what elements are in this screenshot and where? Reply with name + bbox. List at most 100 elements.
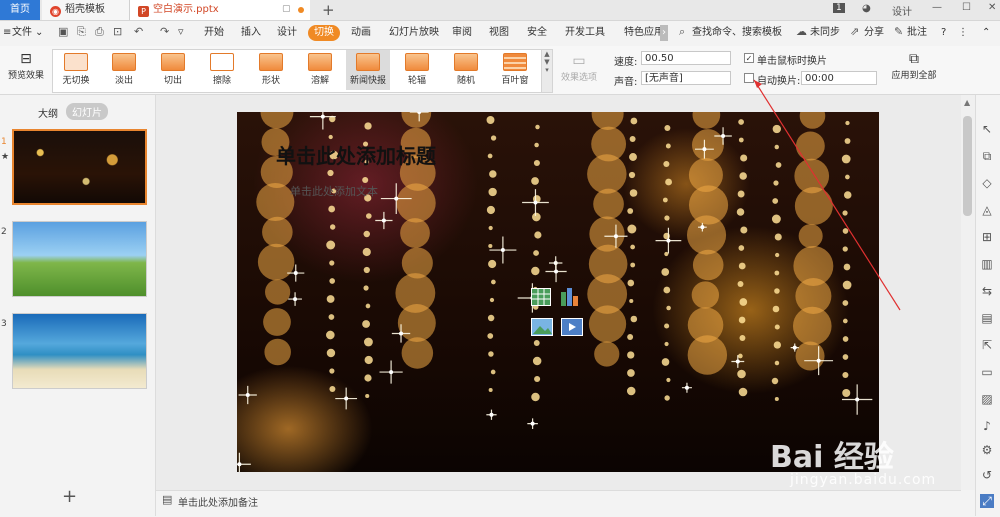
gallery-scroll[interactable]: ▲ ▼ ▾ — [541, 49, 553, 93]
print-preview-icon[interactable]: ⊡ — [113, 25, 122, 38]
pointer-icon[interactable]: ↖ — [980, 122, 994, 136]
effect-newsflash[interactable]: 新闻快报 — [346, 50, 390, 90]
page-badge: 1 — [833, 3, 845, 13]
design-button[interactable]: 设计 — [892, 3, 912, 18]
effect-cut[interactable]: 切出 — [151, 50, 195, 90]
menu-transition[interactable]: 切换 — [308, 25, 340, 41]
share-button[interactable]: 分享 — [864, 25, 884, 41]
shape-icon[interactable]: ◇ — [980, 176, 994, 190]
command-search[interactable]: 查找命令、搜索模板 — [692, 25, 782, 41]
fill-icon[interactable]: ◬ — [980, 203, 994, 217]
effect-random[interactable]: 随机 — [444, 50, 488, 90]
slide-thumbnail-3[interactable] — [12, 313, 147, 389]
effect-label: 新闻快报 — [349, 76, 386, 86]
save-icon[interactable]: ▣ — [58, 25, 68, 38]
skin-icon[interactable]: ◕ — [862, 3, 871, 14]
effect-blinds[interactable]: 百叶窗 — [493, 50, 537, 90]
copy-style-icon[interactable]: ⧉ — [980, 149, 994, 163]
annotate-icon: ✎ — [894, 25, 904, 38]
help-button[interactable]: ? — [941, 25, 946, 41]
effect-dissolve[interactable]: 溶解 — [298, 50, 342, 90]
chevron-right-icon[interactable]: › — [660, 25, 668, 41]
slides-tab[interactable]: 幻灯片 — [66, 103, 108, 120]
tab-document-label: 空白演示.pptx — [153, 4, 219, 15]
preview-effect-button[interactable]: ⊟ 预览效果 — [2, 50, 50, 81]
document-icon[interactable]: ▤ — [980, 311, 994, 325]
menu-security[interactable]: 安全 — [527, 25, 547, 41]
effect-wipe[interactable]: 擦除 — [200, 50, 244, 90]
archive-icon[interactable]: ▭ — [980, 365, 994, 379]
print-icon[interactable]: ⎙ — [95, 25, 104, 39]
cloud-icon: ☁ — [796, 25, 807, 38]
quick-access-more-icon[interactable]: ▿ — [178, 25, 184, 38]
export-icon[interactable]: ⇱ — [980, 338, 994, 352]
scroll-up-icon[interactable]: ▲ — [964, 98, 970, 107]
tab-home[interactable]: 首页 — [0, 0, 40, 20]
close-button[interactable]: ✕ — [988, 2, 996, 13]
hamburger-icon[interactable]: ≡ — [3, 25, 11, 41]
effect-shape[interactable]: 形状 — [249, 50, 293, 90]
sound-select[interactable]: [无声音] — [641, 71, 731, 85]
speed-input[interactable]: 00.50 — [641, 51, 731, 65]
preview-icon: ⊟ — [20, 51, 32, 67]
image-icon[interactable]: ▨ — [980, 392, 994, 406]
tab-daoke-templates[interactable]: ◉ 稻壳模板 — [42, 0, 130, 20]
audio-icon[interactable]: ♪ — [980, 419, 994, 433]
slide-number: 1 — [1, 137, 7, 147]
tab-window-icon[interactable]: ▢ — [282, 4, 291, 14]
menu-insert[interactable]: 插入 — [241, 25, 261, 41]
effect-fade[interactable]: 淡出 — [102, 50, 146, 90]
apply-all-icon: ⧉ — [909, 51, 919, 67]
menu-view[interactable]: 视图 — [489, 25, 509, 41]
redo-icon[interactable]: ↷ — [160, 25, 169, 38]
menu-animation[interactable]: 动画 — [351, 25, 371, 41]
menu-special-apps[interactable]: 特色应用 — [624, 25, 660, 41]
annotate-button[interactable]: 批注 — [907, 25, 927, 41]
slide-thumbnail-2[interactable] — [12, 221, 147, 297]
on-click-checkbox[interactable]: ✓ — [744, 53, 754, 63]
scrollbar-thumb[interactable] — [963, 116, 972, 216]
insert-picture-icon[interactable] — [531, 318, 553, 336]
chevron-down-icon[interactable]: ⌄ — [35, 25, 43, 41]
effect-shape-icon — [259, 53, 283, 71]
new-tab-button[interactable]: + — [322, 0, 335, 20]
undo-icon[interactable]: ↶ — [134, 25, 143, 38]
effect-label: 形状 — [261, 76, 280, 86]
annotation-arrow — [753, 79, 901, 311]
speed-label: 速度: — [614, 57, 638, 68]
export-icon[interactable]: ⎘ — [77, 25, 86, 39]
slide-thumbnail-1[interactable] — [12, 129, 147, 205]
menu-design[interactable]: 设计 — [277, 25, 297, 41]
insert-video-icon[interactable] — [561, 318, 583, 336]
grid-icon[interactable]: ⊞ — [980, 230, 994, 244]
subtitle-placeholder[interactable]: 单击此处添加文本 — [290, 183, 378, 199]
notes-placeholder[interactable]: 单击此处添加备注 — [178, 494, 258, 509]
baidu-watermark: Bai 经验 — [770, 440, 894, 475]
title-placeholder[interactable]: 单击此处添加标题 — [276, 140, 436, 169]
outline-tab[interactable]: 大纲 — [38, 105, 58, 120]
menu-slideshow[interactable]: 幻灯片放映 — [389, 25, 439, 41]
history-icon[interactable]: ↺ — [980, 468, 994, 482]
chart-icon[interactable]: ▥ — [980, 257, 994, 271]
insert-table-icon[interactable] — [531, 288, 551, 306]
minimize-button[interactable]: — — [932, 2, 942, 13]
gear-icon[interactable]: ⚙ — [980, 443, 994, 457]
preview-label: 预览效果 — [7, 71, 44, 81]
menu-file[interactable]: 文件 — [12, 25, 32, 41]
insert-chart-icon[interactable] — [561, 288, 578, 306]
collapse-ribbon-icon[interactable]: ⌃ — [982, 25, 990, 41]
effect-wheel[interactable]: 轮辐 — [395, 50, 439, 90]
expand-icon[interactable]: ⤢ — [980, 494, 994, 508]
menu-developer[interactable]: 开发工具 — [565, 25, 605, 41]
transfer-icon[interactable]: ⇆ — [980, 284, 994, 298]
effect-options-button[interactable]: ▭ 效果选项 — [556, 52, 602, 83]
menu-review[interactable]: 审阅 — [452, 25, 472, 41]
sync-status[interactable]: 未同步 — [810, 25, 840, 41]
add-slide-button[interactable]: + — [62, 486, 77, 507]
pptx-file-icon: P — [138, 6, 149, 17]
more-options-icon[interactable]: ⋮ — [958, 25, 968, 41]
maximize-button[interactable]: ☐ — [962, 2, 971, 13]
menu-start[interactable]: 开始 — [204, 25, 224, 41]
effect-none[interactable]: 无切换 — [54, 50, 98, 90]
effect-blinds-icon — [503, 53, 527, 71]
